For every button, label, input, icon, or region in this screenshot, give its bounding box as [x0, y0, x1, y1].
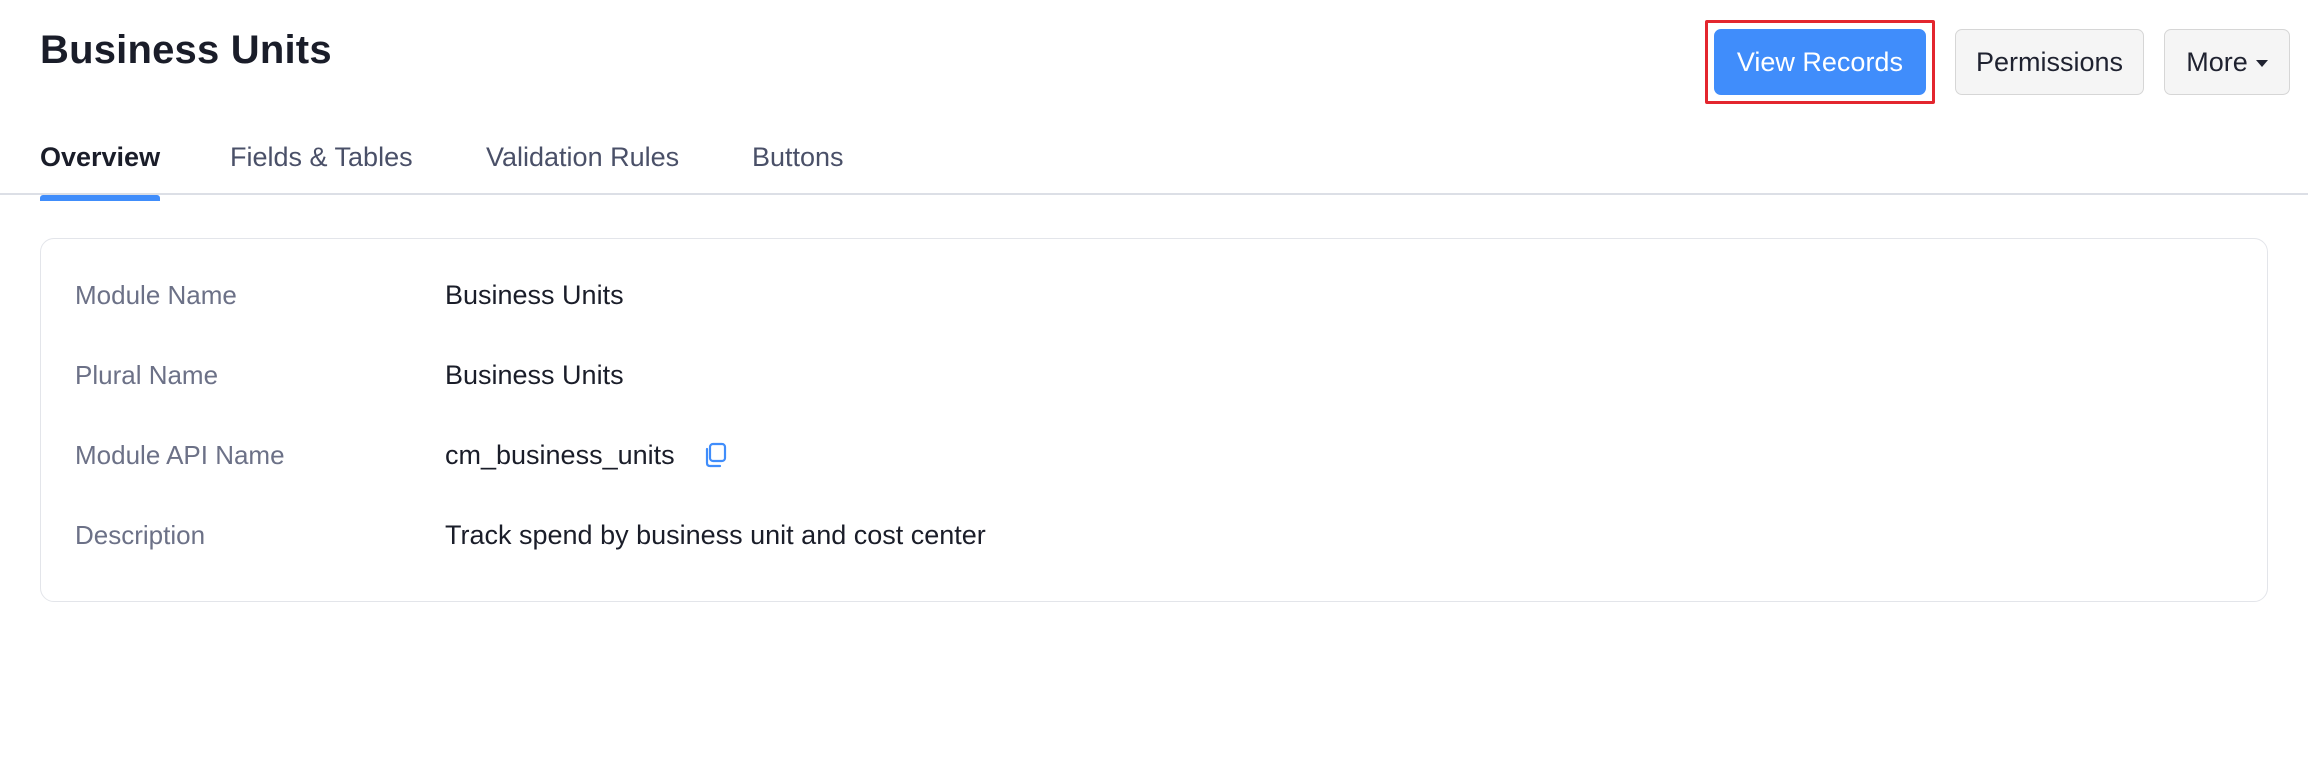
tab-overview[interactable]: Overview: [40, 142, 161, 201]
module-details-card: Module Name Business Units Plural Name B…: [40, 238, 2268, 602]
page-title: Business Units: [40, 28, 332, 72]
detail-row-description: Description Track spend by business unit…: [41, 515, 2267, 555]
tab-validation-rules[interactable]: Validation Rules: [486, 142, 679, 195]
page-header: Business Units View Records Permissions …: [0, 0, 2308, 110]
permissions-button[interactable]: Permissions: [1954, 29, 2144, 95]
detail-value: cm_business_units: [445, 439, 675, 470]
tab-buttons[interactable]: Buttons: [752, 142, 844, 195]
detail-label: Plural Name: [75, 359, 219, 390]
detail-value: Track spend by business unit and cost ce…: [445, 519, 986, 550]
view-records-button[interactable]: View Records: [1713, 29, 1926, 95]
more-button[interactable]: More: [2164, 29, 2290, 95]
detail-value: Business Units: [445, 279, 624, 310]
detail-value-wrap: Business Units: [445, 360, 624, 391]
detail-label: Module API Name: [75, 439, 285, 470]
more-button-label: More: [2186, 46, 2248, 77]
detail-value-wrap: Track spend by business unit and cost ce…: [445, 520, 986, 551]
tab-fields-tables[interactable]: Fields & Tables: [230, 142, 413, 195]
copy-icon[interactable]: [701, 441, 729, 469]
detail-row-module-name: Module Name Business Units: [41, 275, 2267, 315]
caret-down-icon: [2255, 59, 2268, 67]
detail-row-api-name: Module API Name cm_business_units: [41, 435, 2267, 475]
tab-bar: Overview Fields & Tables Validation Rule…: [0, 110, 2308, 201]
detail-value-wrap: Business Units: [445, 280, 624, 311]
header-actions: View Records Permissions More: [1704, 20, 2290, 104]
detail-value: Business Units: [445, 359, 624, 390]
detail-value-wrap: cm_business_units: [445, 440, 729, 471]
detail-row-plural-name: Plural Name Business Units: [41, 355, 2267, 395]
view-records-highlight: View Records: [1704, 20, 1935, 104]
detail-label: Module Name: [75, 279, 237, 310]
detail-label: Description: [75, 519, 206, 550]
